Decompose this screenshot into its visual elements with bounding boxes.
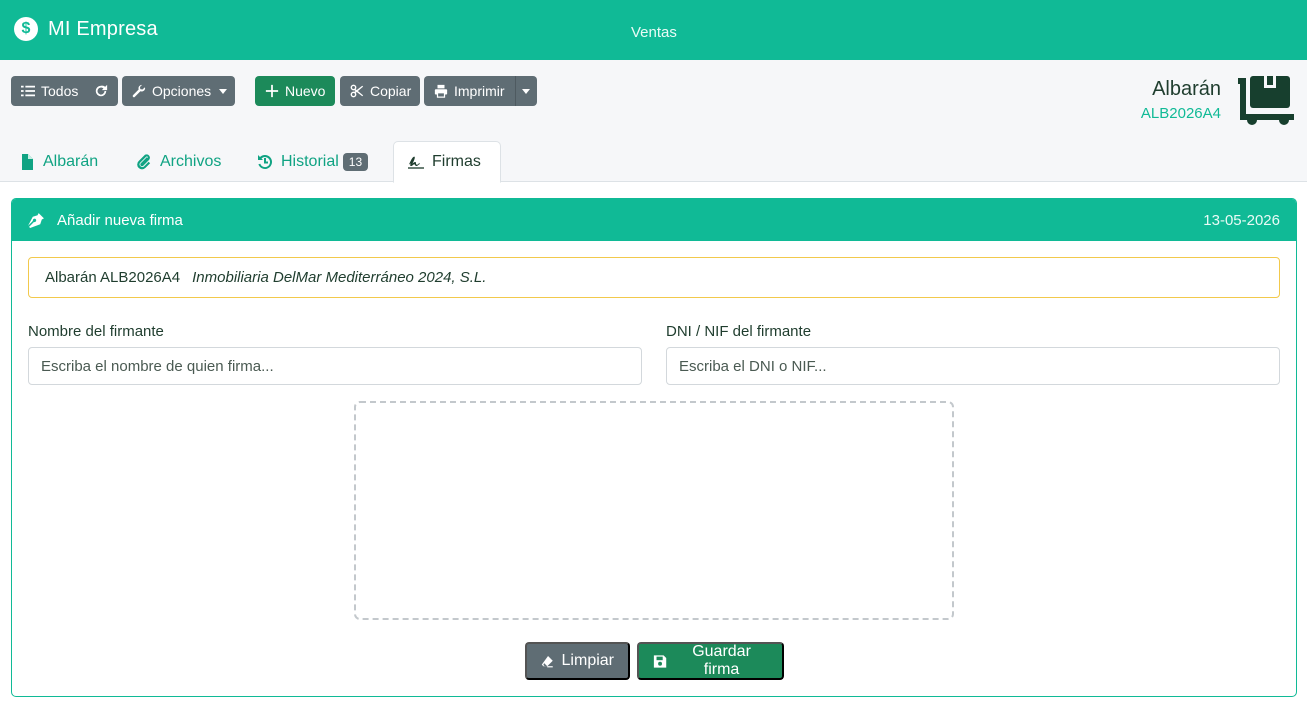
signature-pad[interactable] bbox=[354, 401, 954, 620]
wrench-icon bbox=[132, 84, 146, 98]
copiar-label: Copiar bbox=[370, 83, 412, 99]
imprimir-button[interactable]: Imprimir bbox=[424, 76, 515, 106]
clear-signature-button[interactable]: Limpiar bbox=[525, 642, 630, 680]
save-label: Guardar firma bbox=[692, 643, 751, 678]
nav-ventas[interactable]: Ventas bbox=[631, 24, 677, 41]
save-icon bbox=[653, 654, 667, 668]
plus-icon bbox=[265, 84, 279, 98]
dolly-box-icon bbox=[1238, 76, 1294, 125]
nuevo-button[interactable]: Nuevo bbox=[255, 76, 335, 106]
caret-down-icon bbox=[522, 88, 530, 94]
panel-date: 13-05-2026 bbox=[1203, 211, 1280, 229]
signer-name-input[interactable] bbox=[28, 347, 642, 385]
document-info-box: Albarán ALB2026A4 Inmobiliaria DelMar Me… bbox=[28, 257, 1280, 298]
signer-dni-input[interactable] bbox=[666, 347, 1280, 385]
info-client: Inmobiliaria DelMar Mediterráneo 2024, S… bbox=[192, 269, 487, 286]
tab-historial-label: Historial bbox=[281, 153, 339, 170]
historial-count-badge: 13 bbox=[342, 153, 369, 171]
top-navbar: $ MI Empresa Ventas bbox=[0, 0, 1307, 60]
scissors-icon bbox=[350, 84, 364, 98]
info-document: Albarán ALB2026A4 bbox=[45, 269, 181, 286]
toolbar-area: Todos Opciones Nuevo Copiar Imprimir Alb… bbox=[0, 60, 1307, 183]
signature-panel: Añadir nueva firma 13-05-2026 Albarán AL… bbox=[11, 198, 1297, 697]
imprimir-dropdown-toggle[interactable] bbox=[515, 76, 537, 106]
todos-button[interactable]: Todos bbox=[11, 76, 118, 106]
tab-firmas[interactable]: Firmas bbox=[393, 141, 501, 183]
list-icon bbox=[21, 85, 35, 97]
clear-label: Limpiar bbox=[561, 652, 614, 669]
brand-logo-icon: $ bbox=[14, 17, 38, 41]
signer-name-label: Nombre del firmante bbox=[28, 323, 164, 340]
brand[interactable]: $ MI Empresa bbox=[14, 17, 158, 41]
eraser-icon bbox=[541, 655, 553, 667]
caret-down-icon bbox=[219, 88, 228, 94]
document-title: Albarán bbox=[1152, 78, 1221, 100]
tab-archivos-label: Archivos bbox=[160, 153, 222, 170]
tab-historial[interactable]: Historial 13 bbox=[243, 141, 382, 183]
refresh-icon bbox=[96, 84, 108, 97]
file-icon bbox=[22, 154, 33, 170]
tab-albaran[interactable]: Albarán bbox=[5, 141, 112, 183]
print-icon bbox=[434, 84, 448, 98]
document-code: ALB2026A4 bbox=[1140, 105, 1221, 122]
tab-albaran-label: Albarán bbox=[43, 153, 99, 170]
tab-firmas-label: Firmas bbox=[432, 153, 481, 170]
signature-icon bbox=[408, 156, 424, 169]
pen-nib-icon bbox=[28, 212, 44, 228]
history-icon bbox=[258, 154, 273, 169]
opciones-label: Opciones bbox=[152, 83, 212, 99]
imprimir-label: Imprimir bbox=[454, 83, 505, 99]
copiar-button[interactable]: Copiar bbox=[340, 76, 420, 106]
brand-name: MI Empresa bbox=[48, 17, 158, 40]
panel-header: Añadir nueva firma 13-05-2026 bbox=[12, 199, 1296, 241]
save-signature-button[interactable]: Guardar firma bbox=[637, 642, 784, 680]
todos-label: Todos bbox=[41, 83, 79, 99]
opciones-button[interactable]: Opciones bbox=[122, 76, 235, 106]
panel-title: Añadir nueva firma bbox=[57, 211, 183, 229]
signer-dni-label: DNI / NIF del firmante bbox=[666, 323, 812, 340]
paperclip-icon bbox=[137, 154, 151, 170]
tab-archivos[interactable]: Archivos bbox=[122, 141, 235, 183]
nuevo-label: Nuevo bbox=[285, 83, 326, 99]
